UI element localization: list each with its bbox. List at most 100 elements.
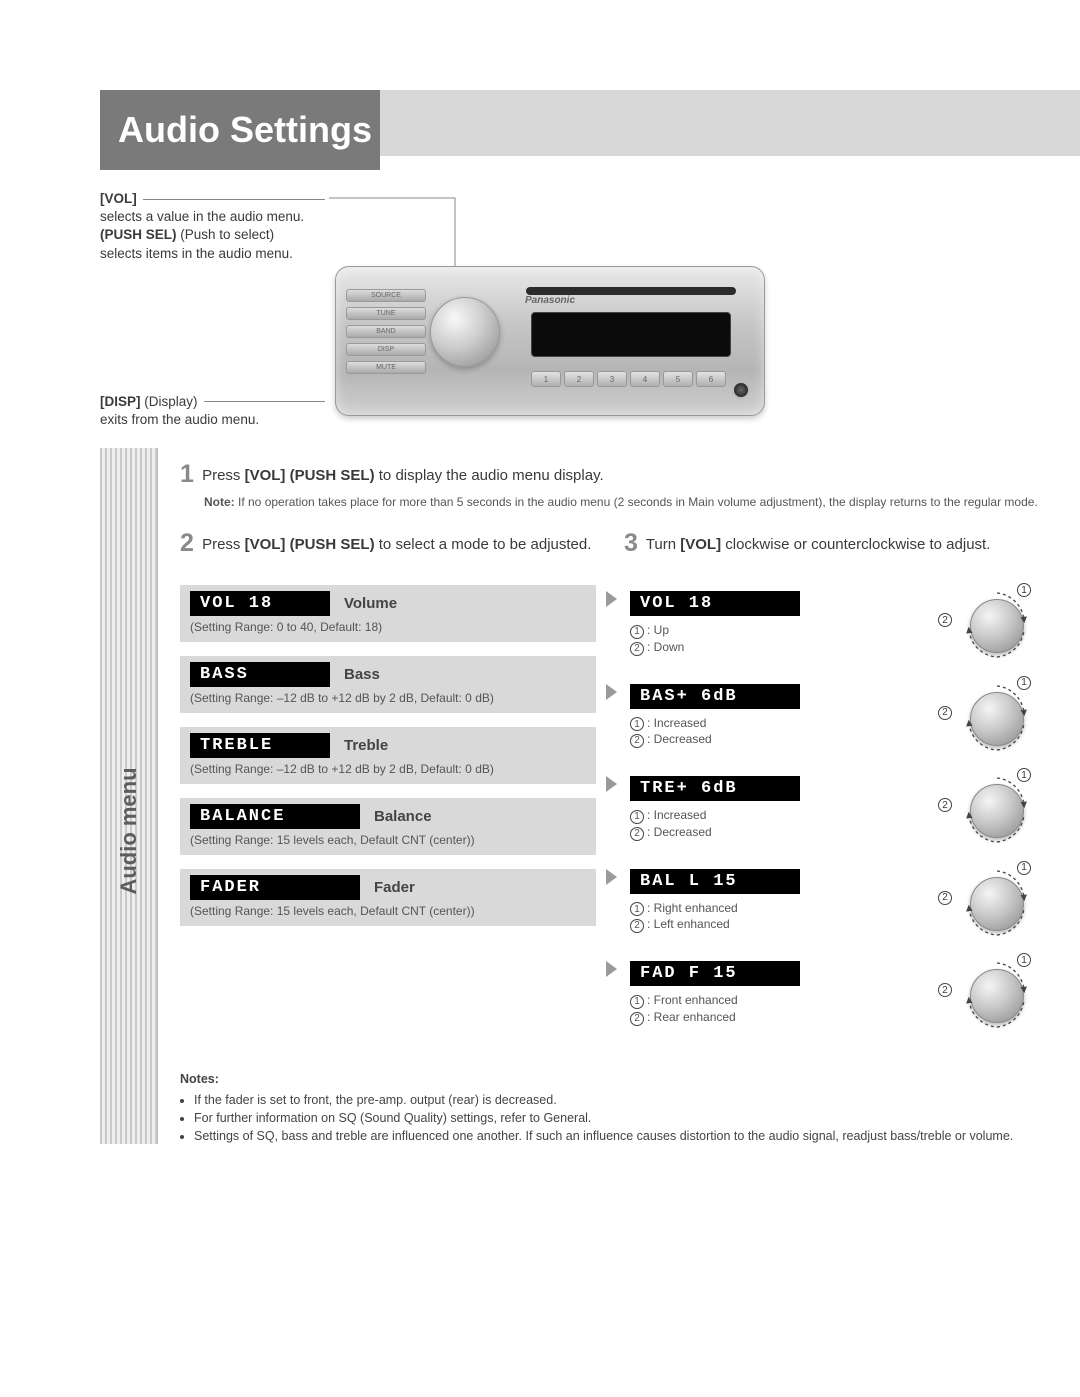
lcd-display: VOL 18 — [630, 591, 800, 616]
marker-1-icon: 1 — [630, 625, 644, 639]
audio-item-name: Treble — [344, 737, 586, 754]
note-item: Settings of SQ, bass and treble are infl… — [194, 1127, 1040, 1145]
marker-2-icon: 2 — [630, 919, 644, 933]
step-1-text-pre: Press — [202, 467, 245, 484]
audio-item-desc: (Setting Range: 0 to 40, Default: 18) — [190, 620, 586, 634]
marker-1-icon: 1 — [1017, 861, 1031, 875]
marker-2-icon: 2 — [630, 642, 644, 656]
arrow-right-icon — [606, 776, 617, 792]
notes-block: Notes: If the fader is set to front, the… — [180, 1070, 1040, 1146]
lcd-display: FAD F 15 — [630, 961, 800, 986]
marker-2-icon: 2 — [630, 734, 644, 748]
step-3-bold: [VOL] — [680, 536, 721, 553]
preset-btn: 5 — [663, 371, 693, 387]
step-2-number: 2 — [180, 529, 194, 557]
disp-verb: (Display) — [144, 394, 197, 409]
audio-item-name: Balance — [374, 808, 586, 825]
marker-2-icon: 2 — [630, 1012, 644, 1026]
preset-btn: 1 — [531, 371, 561, 387]
rotary-dial-icon: 1 2 — [944, 770, 1034, 848]
notes-header: Notes: — [180, 1070, 1040, 1088]
device-brand: Panasonic — [525, 295, 575, 306]
lcd-display: VOL 18 — [190, 591, 330, 616]
rotary-dial-icon: 1 2 — [944, 585, 1034, 663]
disp-callout-label: [DISP] — [100, 394, 141, 409]
lcd-display: TREBLE — [190, 733, 330, 758]
step-1-note-text: If no operation takes place for more tha… — [235, 495, 1038, 509]
device-cd-slot — [526, 287, 736, 295]
arrow-right-icon — [606, 961, 617, 977]
marker-1-icon: 1 — [1017, 953, 1031, 967]
page-title-box: Audio Settings — [100, 90, 380, 170]
arrow-right-icon — [606, 591, 617, 607]
audio-adjust-item: BAL L 15 1: Right enhanced 2: Left enhan… — [624, 863, 1040, 942]
device-left-buttons: SOURCE TUNE BAND DISP MUTE — [346, 289, 426, 374]
device-preset-buttons: 1 2 3 4 5 6 — [531, 371, 726, 387]
device-btn: TUNE — [346, 307, 426, 320]
audio-menu-item: BASS Bass (Setting Range: –12 dB to +12 … — [180, 656, 596, 713]
step-1-note-label: Note: — [204, 495, 235, 509]
audio-item-desc: (Setting Range: 15 levels each, Default … — [190, 833, 586, 847]
marker-1-icon: 1 — [630, 810, 644, 824]
vol-callout-label: [VOL] — [100, 190, 137, 208]
lcd-display: BAL L 15 — [630, 869, 800, 894]
lcd-display: BAS+ 6dB — [630, 684, 800, 709]
audio-item-desc: (Setting Range: 15 levels each, Default … — [190, 904, 586, 918]
button-callouts: [VOL] selects a value in the audio menu.… — [100, 190, 325, 429]
step-2-column: 2 Press [VOL] (PUSH SEL) to select a mod… — [180, 527, 596, 1048]
preset-btn: 3 — [597, 371, 627, 387]
device-btn: DISP — [346, 343, 426, 356]
audio-menu-item: VOL 18 Volume (Setting Range: 0 to 40, D… — [180, 585, 596, 642]
marker-2-icon: 2 — [938, 798, 952, 812]
marker-2-icon: 2 — [938, 983, 952, 997]
device-btn: BAND — [346, 325, 426, 338]
marker-2-icon: 2 — [630, 827, 644, 841]
audio-item-name: Fader — [374, 879, 586, 896]
marker-1-icon: 1 — [630, 902, 644, 916]
marker-1-icon: 1 — [1017, 676, 1031, 690]
preset-btn: 6 — [696, 371, 726, 387]
lcd-display: FADER — [190, 875, 360, 900]
pushsel-verb: (Push to select) — [180, 227, 274, 242]
lcd-display: TRE+ 6dB — [630, 776, 800, 801]
device-aux-jack — [732, 381, 750, 399]
step-2-pre: Press — [202, 536, 245, 553]
rotary-dial-icon: 1 2 — [944, 863, 1034, 941]
rotary-dial-icon: 1 2 — [944, 678, 1034, 756]
step-1-bold: [VOL] (PUSH SEL) — [245, 467, 375, 484]
step-2-post: to select a mode to be adjusted. — [375, 536, 592, 553]
disp-callout-desc: exits from the audio menu. — [100, 411, 325, 429]
marker-2-icon: 2 — [938, 891, 952, 905]
pushsel-callout-label: (PUSH SEL) — [100, 227, 177, 242]
car-stereo-illustration: Panasonic SOURCE TUNE BAND DISP MUTE 1 2… — [335, 266, 765, 416]
audio-item-name: Bass — [344, 666, 586, 683]
device-vol-knob — [430, 297, 500, 367]
marker-1-icon: 1 — [1017, 768, 1031, 782]
step-2-bold: [VOL] (PUSH SEL) — [245, 536, 375, 553]
step-3-post: clockwise or counterclockwise to adjust. — [721, 536, 990, 553]
marker-2-icon: 2 — [938, 613, 952, 627]
step-1-number: 1 — [180, 460, 194, 488]
audio-adjust-item: BAS+ 6dB 1: Increased 2: Decreased 1 2 — [624, 678, 1040, 757]
step-3-column: 3 Turn [VOL] clockwise or counterclockwi… — [624, 527, 1040, 1048]
preset-btn: 4 — [630, 371, 660, 387]
marker-1-icon: 1 — [630, 995, 644, 1009]
audio-menu-item: FADER Fader (Setting Range: 15 levels ea… — [180, 869, 596, 926]
audio-menu-item: BALANCE Balance (Setting Range: 15 level… — [180, 798, 596, 855]
marker-2-icon: 2 — [938, 706, 952, 720]
audio-menu-item: TREBLE Treble (Setting Range: –12 dB to … — [180, 727, 596, 784]
step-3-number: 3 — [624, 529, 638, 557]
device-btn: SOURCE — [346, 289, 426, 302]
note-item: If the fader is set to front, the pre-am… — [194, 1091, 1040, 1109]
audio-adjust-item: TRE+ 6dB 1: Increased 2: Decreased 1 2 — [624, 770, 1040, 849]
page-title: Audio Settings — [118, 109, 372, 151]
audio-item-name: Volume — [344, 595, 586, 612]
step-3-pre: Turn — [646, 536, 680, 553]
marker-1-icon: 1 — [630, 717, 644, 731]
marker-1-icon: 1 — [1017, 583, 1031, 597]
device-lcd-screen — [531, 312, 731, 357]
arrow-right-icon — [606, 684, 617, 700]
audio-adjust-item: VOL 18 1: Up 2: Down 1 2 — [624, 585, 1040, 664]
audio-adjust-item: FAD F 15 1: Front enhanced 2: Rear enhan… — [624, 955, 1040, 1034]
pushsel-callout-desc: selects items in the audio menu. — [100, 245, 325, 263]
